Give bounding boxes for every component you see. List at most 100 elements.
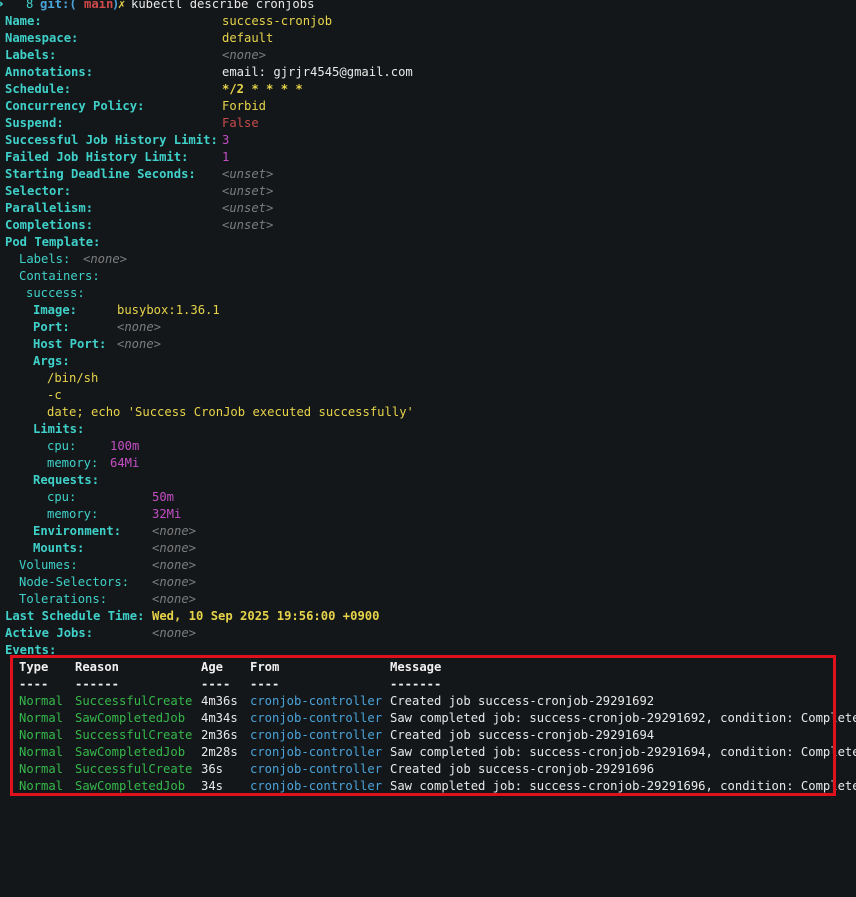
pod-labels: Labels: <none> bbox=[0, 251, 856, 268]
field-value: <unset> bbox=[222, 184, 274, 198]
limits-cpu: cpu: 100m bbox=[0, 438, 856, 455]
field-key: Failed Job History Limit: bbox=[5, 150, 189, 164]
pod-containers: Containers: bbox=[0, 268, 856, 285]
field-key: Annotations: bbox=[5, 65, 94, 79]
field-key: memory: bbox=[47, 507, 99, 521]
field-value: <none> bbox=[152, 524, 197, 538]
container-image: Image: busybox:1.36.1 bbox=[0, 302, 856, 319]
field-key: Limits: bbox=[33, 422, 85, 436]
field-key: Successful Job History Limit: bbox=[5, 133, 218, 147]
field-value: 3 bbox=[222, 133, 230, 147]
field-value: <none> bbox=[117, 337, 162, 351]
pod-tolerations: Tolerations: <none> bbox=[0, 591, 856, 608]
prompt-dir: 8 bbox=[26, 0, 34, 11]
git-branch: main bbox=[84, 0, 114, 11]
container-arg: -c bbox=[0, 387, 856, 404]
prompt-arrow: ➜ bbox=[0, 0, 3, 13]
field-pod-template: Pod Template: bbox=[0, 234, 856, 251]
command-text: kubectl describe cronjobs bbox=[131, 0, 315, 11]
field-key: Host Port: bbox=[33, 337, 107, 351]
field-deadline: Starting Deadline Seconds: <unset> bbox=[0, 166, 856, 183]
dirty-marker: ✗ bbox=[118, 0, 126, 11]
field-value: Forbid bbox=[222, 99, 267, 113]
field-key: Image: bbox=[33, 303, 78, 317]
field-key: cpu: bbox=[47, 490, 77, 504]
field-completions: Completions: <unset> bbox=[0, 217, 856, 234]
field-success-history: Successful Job History Limit: 3 bbox=[0, 132, 856, 149]
field-key: Labels: bbox=[5, 48, 57, 62]
field-value: False bbox=[222, 116, 259, 130]
field-value: 64Mi bbox=[110, 456, 140, 470]
field-value: busybox:1.36.1 bbox=[117, 303, 220, 317]
container-name: success: bbox=[0, 285, 856, 302]
field-schedule: Schedule: */2 * * * * bbox=[0, 81, 856, 98]
field-key: Requests: bbox=[33, 473, 100, 487]
field-key: Starting Deadline Seconds: bbox=[5, 167, 196, 181]
field-parallelism: Parallelism: <unset> bbox=[0, 200, 856, 217]
prompt-line: ➜ 8 git:( main ) ✗ kubectl describe cron… bbox=[0, 0, 856, 13]
field-key: Containers: bbox=[19, 269, 100, 283]
container-arg: /bin/sh bbox=[0, 370, 856, 387]
field-key: Port: bbox=[33, 320, 70, 334]
field-labels: Labels: <none> bbox=[0, 47, 856, 64]
arg-value: -c bbox=[47, 388, 62, 402]
field-key: Volumes: bbox=[19, 558, 78, 572]
field-value: default bbox=[222, 31, 274, 45]
container-hostport: Host Port: <none> bbox=[0, 336, 856, 353]
field-value: 32Mi bbox=[152, 507, 182, 521]
field-key: Active Jobs: bbox=[5, 626, 94, 640]
field-key: Node-Selectors: bbox=[19, 575, 130, 589]
field-value: Wed, 10 Sep 2025 19:56:00 +0900 bbox=[152, 609, 380, 623]
field-value: 50m bbox=[152, 490, 175, 504]
active-jobs: Active Jobs: <none> bbox=[0, 625, 856, 642]
field-value: <none> bbox=[222, 48, 267, 62]
field-concurrency: Concurrency Policy: Forbid bbox=[0, 98, 856, 115]
field-value: <none> bbox=[83, 252, 128, 266]
field-value: <none> bbox=[152, 575, 197, 589]
field-key: Concurrency Policy: bbox=[5, 99, 145, 113]
container-arg: date; echo 'Success CronJob executed suc… bbox=[0, 404, 856, 421]
field-key: Schedule: bbox=[5, 82, 72, 96]
field-value: email: gjrjr4545@gmail.com bbox=[222, 65, 413, 79]
field-value: <unset> bbox=[222, 167, 274, 181]
pod-node-selectors: Node-Selectors: <none> bbox=[0, 574, 856, 591]
field-key: cpu: bbox=[47, 439, 77, 453]
container-requests: Requests: bbox=[0, 472, 856, 489]
field-key: Selector: bbox=[5, 184, 72, 198]
arg-value: date; echo 'Success CronJob executed suc… bbox=[47, 405, 414, 419]
container-limits: Limits: bbox=[0, 421, 856, 438]
arg-value: /bin/sh bbox=[47, 371, 99, 385]
field-value: */2 * * * * bbox=[222, 82, 303, 96]
field-key: Name: bbox=[5, 14, 42, 28]
container-port: Port: <none> bbox=[0, 319, 856, 336]
field-value: <none> bbox=[152, 558, 197, 572]
requests-memory: memory: 32Mi bbox=[0, 506, 856, 523]
field-key: Last Schedule Time: bbox=[5, 609, 145, 623]
field-failed-history: Failed Job History Limit: 1 bbox=[0, 149, 856, 166]
field-key: Parallelism: bbox=[5, 201, 94, 215]
container-environment: Environment: <none> bbox=[0, 523, 856, 540]
field-value: <unset> bbox=[222, 201, 274, 215]
git-label: git:( bbox=[40, 0, 77, 11]
field-value: <none> bbox=[152, 541, 197, 555]
field-key: Pod Template: bbox=[5, 235, 101, 249]
field-key: Completions: bbox=[5, 218, 94, 232]
limits-memory: memory: 64Mi bbox=[0, 455, 856, 472]
field-value: <unset> bbox=[222, 218, 274, 232]
field-value: 100m bbox=[110, 439, 140, 453]
container-mounts: Mounts: <none> bbox=[0, 540, 856, 557]
field-key: Suspend: bbox=[5, 116, 64, 130]
field-key: memory: bbox=[47, 456, 99, 470]
last-schedule-time: Last Schedule Time: Wed, 10 Sep 2025 19:… bbox=[0, 608, 856, 625]
field-value: <none> bbox=[152, 592, 197, 606]
field-key: Labels: bbox=[19, 252, 71, 266]
field-key: Mounts: bbox=[33, 541, 85, 555]
field-selector: Selector: <unset> bbox=[0, 183, 856, 200]
field-suspend: Suspend: False bbox=[0, 115, 856, 132]
field-key: Args: bbox=[33, 354, 70, 368]
pod-volumes: Volumes: <none> bbox=[0, 557, 856, 574]
container-args: Args: bbox=[0, 353, 856, 370]
field-key: Tolerations: bbox=[19, 592, 108, 606]
field-value: <none> bbox=[117, 320, 162, 334]
field-key: success: bbox=[26, 286, 85, 300]
